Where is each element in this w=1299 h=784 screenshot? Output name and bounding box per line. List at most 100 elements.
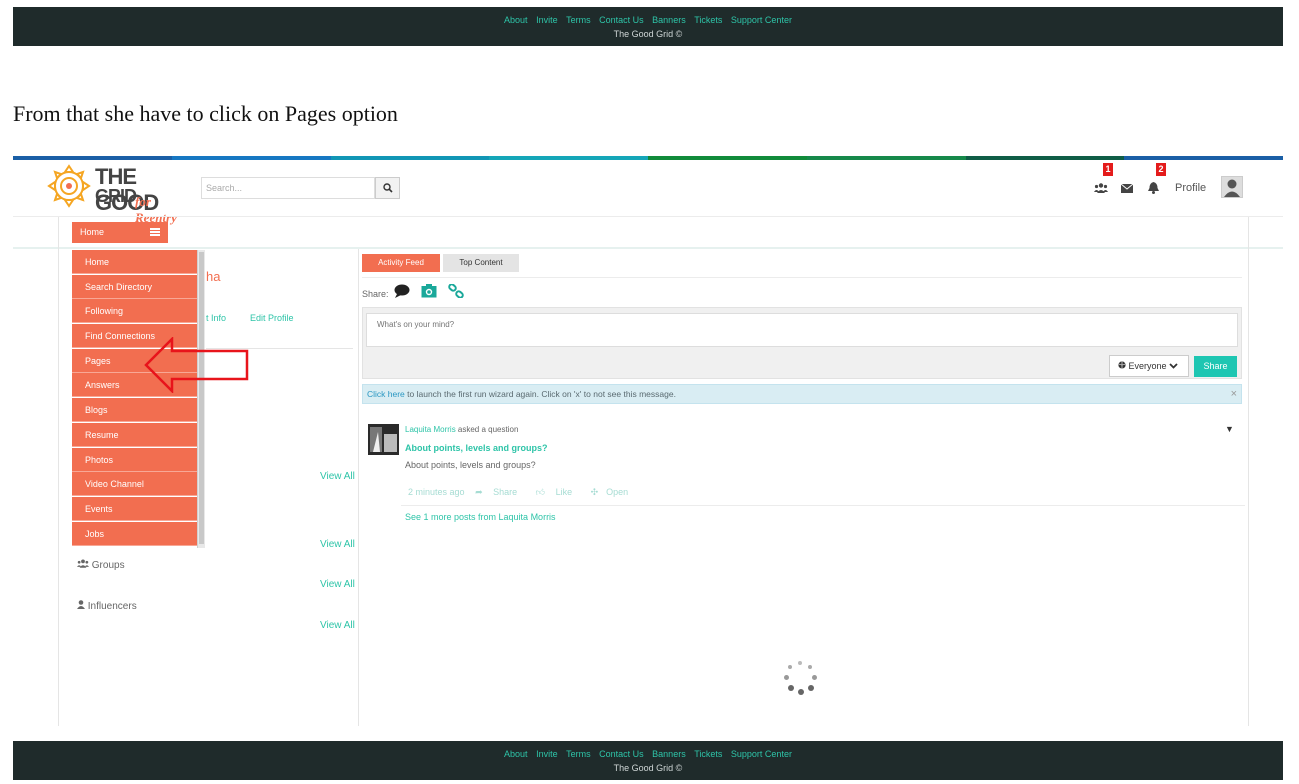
tab-top-content[interactable]: Top Content xyxy=(443,254,519,272)
view-all-link-1[interactable]: View All xyxy=(320,471,355,482)
avatar[interactable] xyxy=(1221,176,1243,198)
post-share-label: Share xyxy=(493,487,518,497)
tab-activity-feed[interactable]: Activity Feed xyxy=(362,254,440,272)
menu-item-following[interactable]: Following xyxy=(72,299,197,324)
groups-label: Groups xyxy=(91,560,125,571)
search-input[interactable]: Search... xyxy=(201,177,375,199)
footer-link-invite-bottom[interactable]: Invite xyxy=(536,749,558,759)
influencer-icon xyxy=(77,600,85,609)
home-menu-label: Home xyxy=(80,227,105,237)
footer-link-about-bottom[interactable]: About xyxy=(504,749,528,759)
main-dropdown-menu: Home Search Directory Following Find Con… xyxy=(72,250,197,546)
menu-item-home[interactable]: Home xyxy=(72,250,197,274)
footer-link-banners-bottom[interactable]: Banners xyxy=(652,749,686,759)
footer-link-support[interactable]: Support Center xyxy=(731,15,792,25)
globe-icon xyxy=(1118,361,1126,369)
close-icon[interactable]: × xyxy=(1231,388,1237,400)
menu-item-blogs[interactable]: Blogs xyxy=(72,398,197,423)
post-body: About points, levels and groups? xyxy=(405,460,536,470)
footer-link-contact-bottom[interactable]: Contact Us xyxy=(599,749,644,759)
share-label: Share: xyxy=(362,289,389,299)
bottom-footer-bar: About Invite Terms Contact Us Banners Ti… xyxy=(13,741,1283,780)
post-like-action[interactable]: 👍︎ Like xyxy=(536,487,580,497)
edit-profile-tab[interactable]: Edit Profile xyxy=(250,313,294,323)
site-logo[interactable]: THE GOOD GRID for Reentry xyxy=(45,162,190,225)
notifications-badge: 2 xyxy=(1156,163,1166,176)
wizard-link[interactable]: Click here xyxy=(367,389,405,399)
profile-link[interactable]: Profile xyxy=(1175,182,1206,194)
post-like-label: Like xyxy=(555,487,573,497)
post-composer: Everyone Share xyxy=(362,307,1242,379)
groups-heading: Groups xyxy=(77,559,125,571)
see-more-posts-link[interactable]: See 1 more posts from Laquita Morris xyxy=(405,512,556,522)
menu-item-search-directory[interactable]: Search Directory xyxy=(72,274,197,299)
menu-item-photos[interactable]: Photos xyxy=(72,447,197,472)
post-share-action[interactable]: ➦ Share xyxy=(475,487,525,497)
post-author-line: Laquita Morris asked a question xyxy=(405,425,518,434)
status-input[interactable] xyxy=(366,313,1238,347)
share-button[interactable]: Share xyxy=(1194,356,1237,377)
view-all-link-4[interactable]: View All xyxy=(320,620,355,631)
footer-link-support-bottom[interactable]: Support Center xyxy=(731,749,792,759)
post-open-label: Open xyxy=(606,487,629,497)
footer-copyright: The Good Grid © xyxy=(613,29,683,39)
profile-name-fragment: ha xyxy=(206,269,221,284)
home-menu-button[interactable]: Home xyxy=(72,222,168,243)
photo-icon[interactable] xyxy=(421,284,437,298)
post-options-caret-icon[interactable]: ▼ xyxy=(1225,424,1234,434)
top-footer-bar: About Invite Terms Contact Us Banners Ti… xyxy=(13,7,1283,46)
footer-copyright-bottom: The Good Grid © xyxy=(613,763,683,773)
expand-icon: ✣ xyxy=(590,487,599,497)
search-button[interactable] xyxy=(375,177,400,199)
view-all-link-2[interactable]: View All xyxy=(320,539,355,550)
menu-item-video-channel[interactable]: Video Channel xyxy=(72,472,197,497)
logo-gear-icon xyxy=(47,164,91,208)
friends-badge: 1 xyxy=(1103,163,1113,176)
post-author-thumbnail[interactable] xyxy=(368,424,399,455)
influencers-label: Influencers xyxy=(87,601,137,612)
messages-icon[interactable] xyxy=(1121,184,1133,193)
footer-link-tickets-bottom[interactable]: Tickets xyxy=(694,749,722,759)
view-all-link-3[interactable]: View All xyxy=(320,579,355,590)
footer-links: About Invite Terms Contact Us Banners Ti… xyxy=(13,7,1283,25)
audience-select[interactable]: Everyone xyxy=(1109,355,1189,377)
post-action: asked a question xyxy=(455,425,519,434)
menu-scrollbar[interactable] xyxy=(197,250,205,548)
thumbs-up-icon: 👍︎ xyxy=(535,487,546,497)
instruction-caption: From that she have to click on Pages opt… xyxy=(13,101,398,126)
chevron-down-icon xyxy=(1169,363,1178,369)
share-arrow-icon: ➦ xyxy=(475,487,483,497)
logo-line2: GRID xyxy=(95,186,137,206)
post-meta: 2 minutes ago ➦ Share 👍︎ Like ✣ Open xyxy=(408,487,644,498)
groups-icon xyxy=(77,559,89,568)
menu-item-resume[interactable]: Resume xyxy=(72,422,197,447)
wizard-alert-text: to launch the first run wizard again. Cl… xyxy=(404,389,676,399)
menu-scrollbar-thumb[interactable] xyxy=(199,252,204,544)
link-icon[interactable] xyxy=(448,284,464,298)
red-pointer-arrow xyxy=(144,337,249,393)
menu-item-events[interactable]: Events xyxy=(72,496,197,521)
footer-links-bottom: About Invite Terms Contact Us Banners Ti… xyxy=(13,741,1283,759)
footer-link-terms-bottom[interactable]: Terms xyxy=(566,749,591,759)
footer-link-terms[interactable]: Terms xyxy=(566,15,591,25)
menu-item-jobs[interactable]: Jobs xyxy=(72,521,197,546)
contact-info-tab[interactable]: t Info xyxy=(206,313,226,323)
search-icon xyxy=(383,183,393,193)
audience-label: Everyone xyxy=(1128,361,1167,371)
notifications-bell-icon[interactable] xyxy=(1148,182,1159,194)
author-photo xyxy=(368,424,399,455)
friends-icon[interactable] xyxy=(1094,183,1108,193)
color-strip xyxy=(13,156,1283,160)
post-open-action[interactable]: ✣ Open xyxy=(591,487,637,497)
loading-spinner-icon xyxy=(784,661,818,695)
footer-link-about[interactable]: About xyxy=(504,15,528,25)
post-author-link[interactable]: Laquita Morris xyxy=(405,425,456,434)
footer-link-tickets[interactable]: Tickets xyxy=(694,15,722,25)
comment-icon[interactable] xyxy=(394,284,410,298)
footer-link-contact[interactable]: Contact Us xyxy=(599,15,644,25)
post-title-link[interactable]: About points, levels and groups? xyxy=(405,443,548,453)
post-timestamp[interactable]: 2 minutes ago xyxy=(408,487,465,497)
footer-link-invite[interactable]: Invite xyxy=(536,15,558,25)
hamburger-icon xyxy=(150,228,160,236)
footer-link-banners[interactable]: Banners xyxy=(652,15,686,25)
